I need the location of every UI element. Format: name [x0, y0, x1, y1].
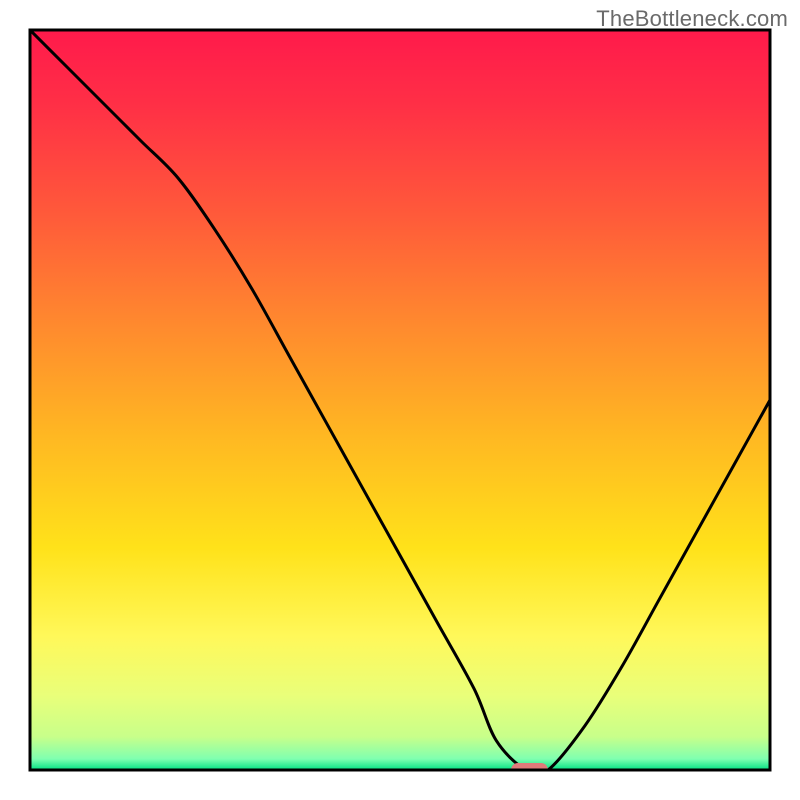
- chart-container: TheBottleneck.com: [0, 0, 800, 800]
- bottleneck-chart: [0, 0, 800, 800]
- watermark-label: TheBottleneck.com: [596, 6, 788, 32]
